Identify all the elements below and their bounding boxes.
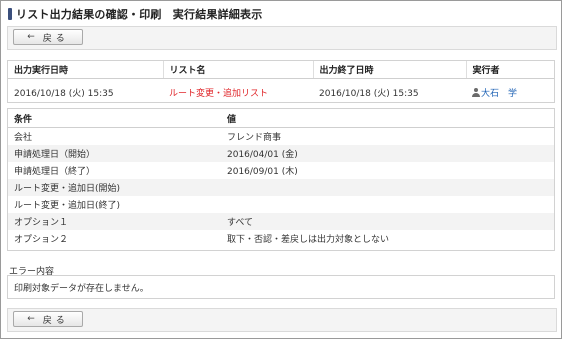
condition-key: ルート変更・追加日(終了) bbox=[14, 201, 121, 211]
condition-value: 2016/04/01 (金) bbox=[221, 145, 554, 162]
condition-value bbox=[221, 179, 554, 196]
header-list-name: リスト名 bbox=[163, 61, 314, 79]
error-message: 印刷対象データが存在しません。 bbox=[14, 283, 149, 294]
execution-info-panel: 出力実行日時 リスト名 出力終了日時 実行者 2016/10/18 (火) 15… bbox=[7, 60, 555, 103]
condition-key: オプション２ bbox=[14, 235, 69, 245]
page-header: リスト出力結果の確認・印刷 実行結果詳細表示 bbox=[8, 6, 262, 22]
table-row: オプション１ すべて bbox=[8, 213, 554, 230]
table-row: オプション２ 取下・否認・差戻しは出力対象としない bbox=[8, 230, 554, 247]
condition-key: ルート変更・追加日(開始) bbox=[8, 179, 221, 196]
header-executor: 実行者 bbox=[466, 61, 554, 79]
conditions-header-row: 条件 値 bbox=[8, 110, 554, 128]
table-row: ルート変更・追加日(終了) bbox=[8, 196, 554, 213]
back-arrow-icon: ← bbox=[27, 32, 35, 42]
condition-value: 2016/09/01 (木) bbox=[227, 167, 298, 177]
start-datetime: 2016/10/18 (火) 15:35 bbox=[14, 88, 114, 99]
condition-key: 申請処理日（終了） bbox=[14, 167, 96, 177]
condition-key: 申請処理日（開始） bbox=[8, 145, 221, 162]
user-icon bbox=[472, 87, 480, 97]
back-button-top[interactable]: ← 戻る bbox=[13, 29, 83, 45]
back-button-bottom[interactable]: ← 戻る bbox=[13, 311, 83, 327]
table-row: 会社 フレンド商事 bbox=[8, 128, 554, 146]
page-title: リスト出力結果の確認・印刷 実行結果詳細表示 bbox=[16, 8, 263, 21]
condition-key: 会社 bbox=[14, 133, 33, 143]
back-arrow-icon: ← bbox=[27, 314, 35, 324]
condition-value: すべて bbox=[221, 213, 554, 230]
executor-link[interactable]: 大石 学 bbox=[481, 89, 517, 99]
execution-info-table: 出力実行日時 リスト名 出力終了日時 実行者 2016/10/18 (火) 15… bbox=[8, 61, 554, 105]
conditions-table: 条件 値 会社 フレンド商事 申請処理日（開始） 2016/04/01 (金) … bbox=[8, 110, 554, 247]
title-marker-icon bbox=[8, 8, 12, 20]
info-header-row: 出力実行日時 リスト名 出力終了日時 実行者 bbox=[8, 61, 554, 79]
condition-value: フレンド商事 bbox=[227, 133, 282, 143]
table-row: 申請処理日（終了） 2016/09/01 (木) bbox=[8, 162, 554, 179]
info-data-row: 2016/10/18 (火) 15:35 ルート変更・追加リスト 2016/10… bbox=[8, 79, 554, 106]
table-row: 申請処理日（開始） 2016/04/01 (金) bbox=[8, 145, 554, 162]
condition-key: オプション１ bbox=[8, 213, 221, 230]
back-button-label: 戻る bbox=[42, 315, 69, 326]
bottom-button-bar: ← 戻る bbox=[7, 308, 557, 332]
executor-cell: 大石 学 bbox=[466, 79, 554, 106]
condition-value bbox=[221, 196, 554, 213]
error-panel: 印刷対象データが存在しません。 bbox=[7, 275, 555, 299]
list-name: ルート変更・追加リスト bbox=[169, 88, 269, 99]
back-button-label: 戻る bbox=[42, 33, 69, 44]
header-end-datetime: 出力終了日時 bbox=[313, 61, 467, 79]
table-row: ルート変更・追加日(開始) bbox=[8, 179, 554, 196]
end-datetime: 2016/10/18 (火) 15:35 bbox=[319, 88, 419, 99]
conditions-panel: 条件 値 会社 フレンド商事 申請処理日（開始） 2016/04/01 (金) … bbox=[7, 108, 555, 251]
top-button-bar: ← 戻る bbox=[7, 26, 557, 50]
condition-value: 取下・否認・差戻しは出力対象としない bbox=[227, 235, 390, 245]
page-frame: リスト出力結果の確認・印刷 実行結果詳細表示 ← 戻る 出力実行日時 リスト名 … bbox=[0, 0, 562, 339]
header-value: 値 bbox=[221, 110, 554, 128]
header-condition: 条件 bbox=[8, 110, 221, 128]
header-start-datetime: 出力実行日時 bbox=[8, 61, 164, 79]
